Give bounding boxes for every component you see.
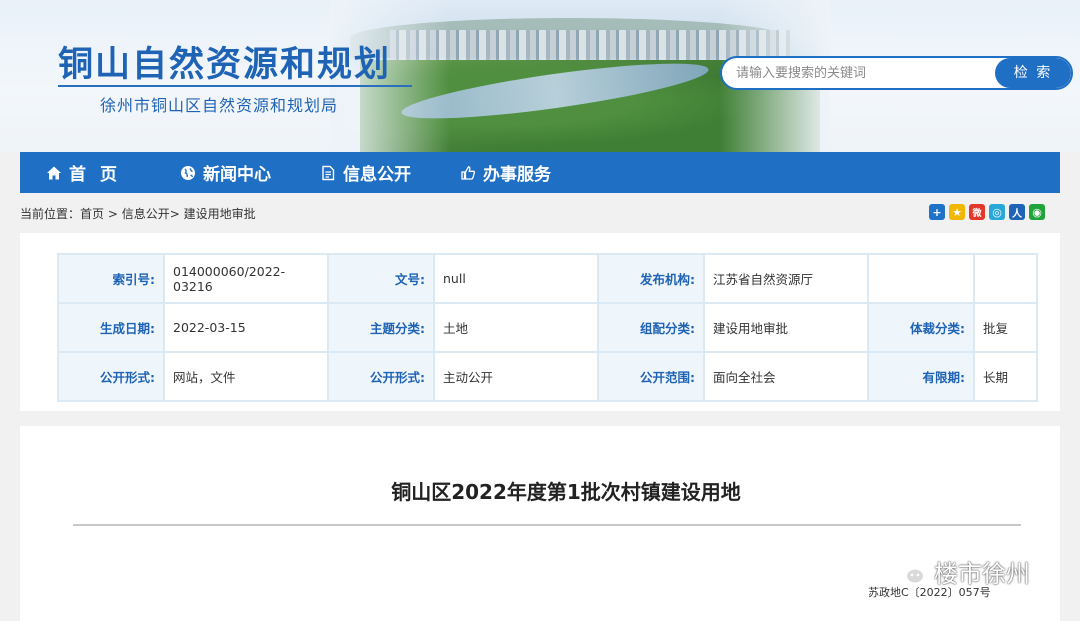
meta-label: 公开形式:	[327, 351, 435, 402]
nav-item-news[interactable]: 新闻中心	[180, 152, 320, 193]
metadata-table: 索引号: 014000060/2022-03216 文号: null 发布机构:…	[57, 253, 1038, 402]
meta-empty-cell	[973, 253, 1038, 304]
meta-value: 江苏省自然资源厅	[703, 253, 869, 304]
qzone-icon[interactable]: ★	[949, 204, 965, 220]
meta-value: 主动公开	[433, 351, 599, 402]
breadcrumb-prefix: 当前位置：	[20, 207, 81, 221]
meta-value: 面向全社会	[703, 351, 869, 402]
breadcrumb-separator: >	[169, 207, 184, 221]
nav-item-label: 首页	[69, 165, 131, 185]
meta-empty-cell	[867, 253, 975, 304]
nav-item-label: 新闻中心	[203, 165, 271, 185]
meta-label: 索引号:	[57, 253, 165, 304]
meta-value: null	[433, 253, 599, 304]
meta-value: 网站，文件	[163, 351, 329, 402]
article-card: 铜山区2022年度第1批次村镇建设用地 苏政地C〔2022〕057号	[20, 426, 1060, 621]
breadcrumb-info[interactable]: 信息公开	[122, 207, 170, 221]
nav-item-label: 信息公开	[343, 165, 411, 185]
wechat-icon[interactable]: ◉	[1029, 204, 1045, 220]
meta-value: 土地	[433, 302, 599, 353]
header-banner: 铜山自然资源和规划 徐州市铜山区自然资源和规划局 检 索	[0, 0, 1080, 152]
site-title[interactable]: 铜山自然资源和规划	[58, 36, 391, 87]
share-more-icon[interactable]: +	[929, 204, 945, 220]
meta-label: 文号:	[327, 253, 435, 304]
search-box: 检 索	[720, 56, 1073, 90]
meta-label: 主题分类:	[327, 302, 435, 353]
table-row: 公开形式: 网站，文件 公开形式: 主动公开 公开范围: 面向全社会 有限期: …	[57, 351, 1038, 402]
meta-label: 公开形式:	[57, 351, 165, 402]
article-divider	[73, 524, 1021, 526]
wechat-watermark-icon	[892, 557, 926, 585]
breadcrumb: 当前位置：首页 > 信息公开> 建设用地审批	[20, 205, 256, 222]
meta-label: 体裁分类:	[867, 302, 975, 353]
meta-value: 长期	[973, 351, 1038, 402]
thumbs-up-icon	[460, 165, 476, 181]
nav-item-info[interactable]: 信息公开	[320, 152, 460, 193]
table-row: 生成日期: 2022-03-15 主题分类: 土地 组配分类: 建设用地审批 体…	[57, 302, 1038, 353]
breadcrumb-home[interactable]: 首页	[80, 207, 104, 221]
globe-icon	[180, 165, 196, 181]
home-icon	[46, 165, 62, 181]
meta-value: 014000060/2022-03216	[163, 253, 329, 304]
meta-value: 批复	[973, 302, 1038, 353]
tencent-weibo-icon[interactable]: ◎	[989, 204, 1005, 220]
watermark-text: 楼市徐州	[934, 560, 1030, 588]
weibo-icon[interactable]: 微	[969, 204, 985, 220]
meta-label: 公开范围:	[597, 351, 705, 402]
meta-value: 2022-03-15	[163, 302, 329, 353]
breadcrumb-separator: >	[104, 207, 122, 221]
site-subtitle: 徐州市铜山区自然资源和规划局	[100, 96, 339, 115]
title-divider	[58, 85, 412, 87]
renren-icon[interactable]: 人	[1009, 204, 1025, 220]
breadcrumb-current[interactable]: 建设用地审批	[184, 207, 256, 221]
meta-label: 组配分类:	[597, 302, 705, 353]
table-row: 索引号: 014000060/2022-03216 文号: null 发布机构:…	[57, 253, 1038, 304]
document-icon	[320, 165, 336, 181]
meta-label: 有限期:	[867, 351, 975, 402]
main-nav: 首页 新闻中心 信息公开 办事服务	[20, 152, 1060, 193]
nav-item-home[interactable]: 首页	[46, 152, 166, 193]
nav-item-label: 办事服务	[483, 165, 551, 185]
nav-item-services[interactable]: 办事服务	[460, 152, 600, 193]
search-button[interactable]: 检 索	[995, 58, 1071, 88]
article-title: 铜山区2022年度第1批次村镇建设用地	[391, 480, 741, 504]
meta-label: 发布机构:	[597, 253, 705, 304]
meta-value: 建设用地审批	[703, 302, 869, 353]
metadata-card: 索引号: 014000060/2022-03216 文号: null 发布机构:…	[20, 233, 1060, 411]
watermark: 楼市徐州	[892, 554, 1030, 589]
share-bar: + ★ 微 ◎ 人 ◉	[929, 204, 1045, 220]
search-input[interactable]	[736, 58, 996, 88]
meta-label: 生成日期:	[57, 302, 165, 353]
